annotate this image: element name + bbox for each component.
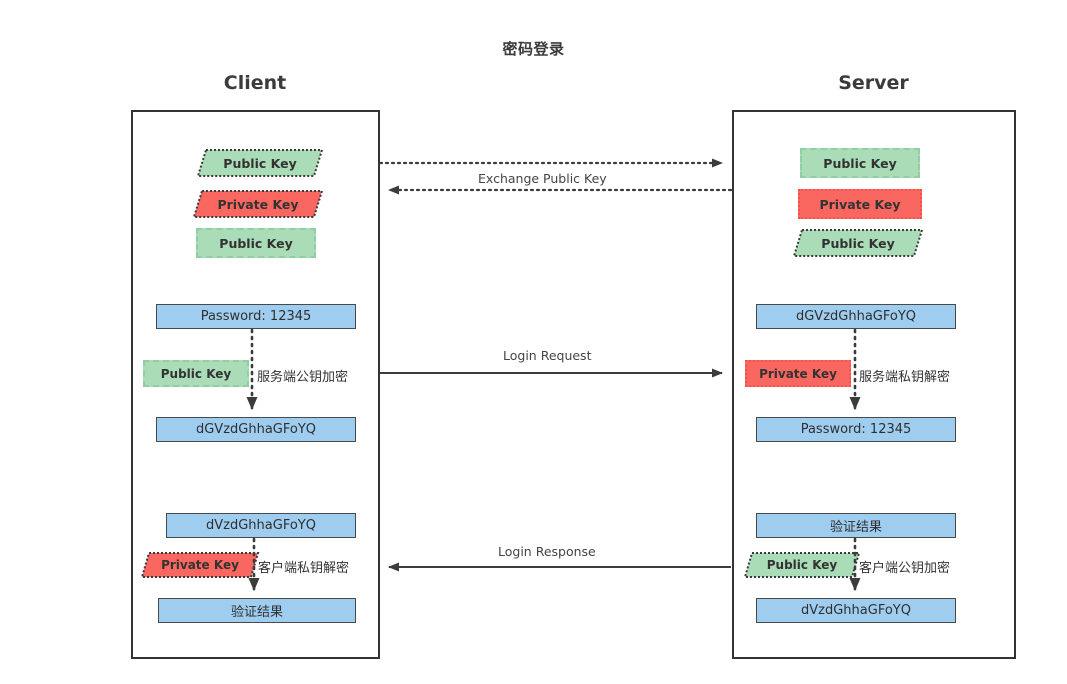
client-verify-result-box: 验证结果 bbox=[158, 598, 356, 623]
client-public-key-chip-2-label: Public Key bbox=[219, 235, 293, 251]
client-response-cipher-label: dVzdGhhaGFoYQ bbox=[206, 518, 316, 533]
server-ciphertext-label: dGVzdGhhaGFoYQ bbox=[795, 309, 917, 324]
server-encrypt-key-chip: Public Key bbox=[743, 551, 861, 579]
client-encrypt-key-label: Public Key bbox=[160, 366, 232, 381]
server-encrypt-operation-label: 客户端公钥加密 bbox=[859, 561, 951, 576]
server-public-key-chip-1: Public Key bbox=[800, 148, 920, 178]
client-encrypt-operation-label: 服务端公钥加密 bbox=[257, 370, 349, 385]
server-password-label: Password: 12345 bbox=[800, 422, 912, 437]
server-decrypt-key-chip: Private Key bbox=[745, 360, 851, 387]
server-response-cipher-box: dVzdGhhaGFoYQ bbox=[756, 598, 956, 623]
server-response-cipher-label: dVzdGhhaGFoYQ bbox=[801, 603, 911, 618]
server-verify-result-box: 验证结果 bbox=[756, 513, 956, 538]
server-encrypt-key-label: Public Key bbox=[766, 558, 838, 572]
login-response-label: Login Response bbox=[498, 544, 596, 559]
diagram-canvas: 密码登录 Client Server Public Key Private Ke… bbox=[0, 0, 1067, 684]
client-public-key-chip-1: Public Key bbox=[196, 148, 324, 178]
client-private-key-chip-label: Private Key bbox=[217, 196, 299, 212]
client-public-key-chip-1-label: Public Key bbox=[223, 155, 297, 171]
server-public-key-chip-1-label: Public Key bbox=[823, 155, 897, 171]
client-decrypt-operation-label: 客户端私钥解密 bbox=[258, 561, 350, 576]
client-verify-result-label: 验证结果 bbox=[230, 605, 283, 620]
client-ciphertext-label: dGVzdGhhaGFoYQ bbox=[195, 422, 317, 437]
client-ciphertext-box: dGVzdGhhaGFoYQ bbox=[156, 417, 356, 442]
server-private-key-chip: Private Key bbox=[798, 189, 922, 219]
server-ciphertext-box: dGVzdGhhaGFoYQ bbox=[756, 304, 956, 329]
server-decrypt-key-label: Private Key bbox=[759, 366, 837, 381]
client-lane-header: Client bbox=[223, 72, 287, 94]
client-public-key-chip-2: Public Key bbox=[196, 228, 316, 258]
server-private-key-chip-label: Private Key bbox=[819, 196, 901, 212]
server-public-key-chip-2-label: Public Key bbox=[821, 235, 895, 251]
client-decrypt-key-label: Private Key bbox=[161, 558, 239, 572]
server-decrypt-operation-label: 服务端私钥解密 bbox=[859, 370, 951, 385]
client-password-box: Password: 12345 bbox=[156, 304, 356, 329]
server-public-key-chip-2: Public Key bbox=[792, 228, 924, 258]
client-decrypt-key-chip: Private Key bbox=[140, 551, 260, 579]
exchange-public-key-label: Exchange Public Key bbox=[478, 171, 607, 186]
client-private-key-chip: Private Key bbox=[192, 189, 324, 219]
client-response-cipher-box: dVzdGhhaGFoYQ bbox=[166, 513, 356, 538]
client-encrypt-key-chip: Public Key bbox=[143, 360, 249, 387]
client-password-label: Password: 12345 bbox=[200, 309, 312, 324]
login-request-label: Login Request bbox=[503, 348, 592, 363]
server-password-box: Password: 12345 bbox=[756, 417, 956, 442]
page-title: 密码登录 bbox=[502, 40, 565, 58]
server-verify-result-label: 验证结果 bbox=[829, 520, 882, 535]
server-lane-header: Server bbox=[838, 72, 909, 94]
